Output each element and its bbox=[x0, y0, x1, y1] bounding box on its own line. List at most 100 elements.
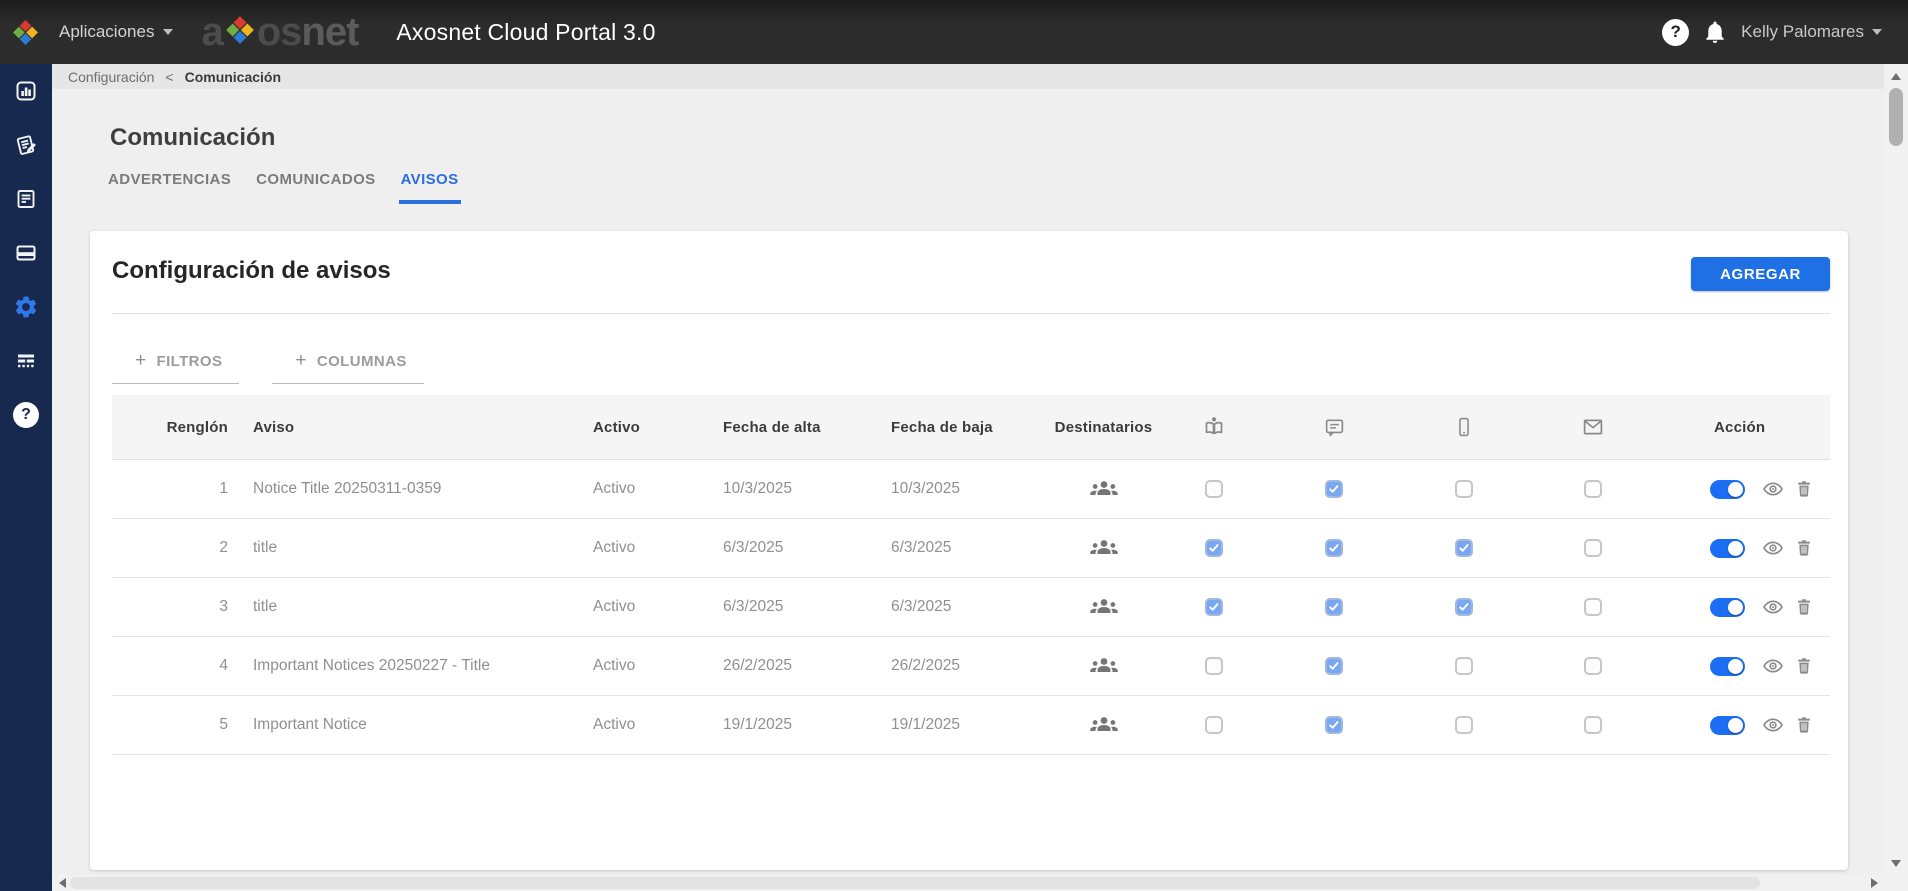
kiosk-checkbox[interactable] bbox=[1205, 657, 1223, 675]
aplicaciones-menu[interactable]: Aplicaciones bbox=[59, 22, 173, 42]
cell-aviso: title bbox=[240, 598, 580, 616]
sidebar-item-data-table[interactable] bbox=[0, 334, 52, 388]
sidebar-item-bar-chart[interactable] bbox=[0, 64, 52, 118]
delete-trash-icon[interactable] bbox=[1794, 715, 1814, 735]
mobile-checkbox[interactable] bbox=[1455, 657, 1473, 675]
cell-canal-email bbox=[1528, 480, 1657, 498]
mobile-checkbox[interactable] bbox=[1455, 598, 1473, 616]
breadcrumb-separator: < bbox=[165, 69, 173, 85]
view-eye-icon[interactable] bbox=[1762, 596, 1784, 618]
message-checkbox[interactable] bbox=[1325, 716, 1343, 734]
card-header: Configuración de avisos AGREGAR bbox=[90, 231, 1848, 291]
page-title: Comunicación bbox=[110, 124, 1884, 152]
cell-accion bbox=[1657, 714, 1830, 736]
kiosk-checkbox[interactable] bbox=[1205, 539, 1223, 557]
table-row: 2titleActivo6/3/20256/3/2025 bbox=[112, 519, 1830, 578]
cell-fecha-alta: 19/1/2025 bbox=[710, 716, 878, 734]
scroll-right-arrow[interactable] bbox=[1866, 875, 1882, 891]
toggle-knob bbox=[1728, 600, 1743, 615]
delete-trash-icon[interactable] bbox=[1794, 597, 1814, 617]
cell-canal-kiosk bbox=[1159, 480, 1269, 498]
message-checkbox[interactable] bbox=[1325, 657, 1343, 675]
cell-aviso: Notice Title 20250311-0359 bbox=[240, 480, 580, 498]
mobile-checkbox[interactable] bbox=[1455, 539, 1473, 557]
vertical-scrollbar-thumb[interactable] bbox=[1889, 88, 1903, 146]
active-toggle[interactable] bbox=[1710, 657, 1745, 676]
view-eye-icon[interactable] bbox=[1762, 537, 1784, 559]
tab-advertencias[interactable]: ADVERTENCIAS bbox=[106, 171, 233, 204]
help-icon[interactable]: ? bbox=[1662, 19, 1689, 46]
delete-trash-icon[interactable] bbox=[1794, 538, 1814, 558]
scroll-down-arrow[interactable] bbox=[1884, 853, 1908, 873]
tab-avisos[interactable]: AVISOS bbox=[399, 171, 461, 204]
cell-fecha-alta: 10/3/2025 bbox=[710, 480, 878, 498]
tab-comunicados[interactable]: COMUNICADOS bbox=[254, 171, 377, 204]
view-eye-icon[interactable] bbox=[1762, 478, 1784, 500]
active-toggle[interactable] bbox=[1710, 598, 1745, 617]
message-checkbox[interactable] bbox=[1325, 598, 1343, 616]
user-menu[interactable]: Kelly Palomares bbox=[1741, 22, 1882, 42]
cell-aviso: Important Notice bbox=[240, 716, 580, 734]
table-row: 1Notice Title 20250311-0359Activo10/3/20… bbox=[112, 460, 1830, 519]
cell-canal-message bbox=[1269, 539, 1399, 557]
view-eye-icon[interactable] bbox=[1762, 655, 1784, 677]
email-checkbox[interactable] bbox=[1584, 657, 1602, 675]
sidebar-item-help[interactable]: ? bbox=[0, 388, 52, 442]
column-header-fecha_alta: Fecha de alta bbox=[710, 395, 878, 459]
email-checkbox[interactable] bbox=[1584, 716, 1602, 734]
cell-canal-mobile bbox=[1399, 657, 1528, 675]
message-checkbox[interactable] bbox=[1325, 539, 1343, 557]
destinatarios-groups-icon[interactable] bbox=[1089, 653, 1119, 679]
scroll-left-arrow[interactable] bbox=[54, 875, 70, 891]
cell-renglon: 1 bbox=[112, 480, 240, 498]
cell-canal-kiosk bbox=[1159, 657, 1269, 675]
sidebar-item-notes[interactable] bbox=[0, 118, 52, 172]
mobile-checkbox[interactable] bbox=[1455, 716, 1473, 734]
kiosk-checkbox[interactable] bbox=[1205, 480, 1223, 498]
view-eye-icon[interactable] bbox=[1762, 714, 1784, 736]
cell-activo: Activo bbox=[580, 539, 710, 557]
active-toggle[interactable] bbox=[1710, 480, 1745, 499]
destinatarios-groups-icon[interactable] bbox=[1089, 476, 1119, 502]
kiosk-checkbox[interactable] bbox=[1205, 598, 1223, 616]
notes-icon bbox=[14, 133, 38, 157]
user-name: Kelly Palomares bbox=[1741, 22, 1864, 42]
scroll-up-arrow[interactable] bbox=[1884, 66, 1908, 86]
cell-canal-email bbox=[1528, 598, 1657, 616]
cell-canal-email bbox=[1528, 716, 1657, 734]
destinatarios-groups-icon[interactable] bbox=[1089, 535, 1119, 561]
mobile-checkbox[interactable] bbox=[1455, 480, 1473, 498]
card-title: Configuración de avisos bbox=[112, 257, 391, 285]
toggle-knob bbox=[1728, 718, 1743, 733]
toggle-knob bbox=[1728, 541, 1743, 556]
message-checkbox[interactable] bbox=[1325, 480, 1343, 498]
vertical-scrollbar[interactable] bbox=[1884, 64, 1908, 875]
email-checkbox[interactable] bbox=[1584, 598, 1602, 616]
horizontal-scrollbar[interactable] bbox=[52, 875, 1884, 891]
columnas-button[interactable]: + COLUMNAS bbox=[272, 350, 423, 384]
sidebar-item-credit-card[interactable] bbox=[0, 226, 52, 280]
filtros-button[interactable]: + FILTROS bbox=[112, 350, 239, 384]
sidebar-item-document[interactable] bbox=[0, 172, 52, 226]
kiosk-checkbox[interactable] bbox=[1205, 716, 1223, 734]
help-glyph: ? bbox=[1670, 22, 1680, 42]
destinatarios-groups-icon[interactable] bbox=[1089, 712, 1119, 738]
delete-trash-icon[interactable] bbox=[1794, 479, 1814, 499]
document-icon bbox=[14, 187, 38, 211]
cell-fecha-baja: 6/3/2025 bbox=[878, 539, 1048, 557]
sidebar-item-settings-gear[interactable] bbox=[0, 280, 52, 334]
delete-trash-icon[interactable] bbox=[1794, 656, 1814, 676]
cell-canal-mobile bbox=[1399, 598, 1528, 616]
email-checkbox[interactable] bbox=[1584, 480, 1602, 498]
column-header-aviso: Aviso bbox=[240, 395, 580, 459]
active-toggle[interactable] bbox=[1710, 716, 1745, 735]
horizontal-scrollbar-thumb[interactable] bbox=[70, 877, 1760, 889]
destinatarios-groups-icon[interactable] bbox=[1089, 594, 1119, 620]
envelope-icon bbox=[1528, 395, 1657, 459]
breadcrumb-parent[interactable]: Configuración bbox=[68, 69, 154, 85]
agregar-button[interactable]: AGREGAR bbox=[1691, 257, 1830, 291]
notifications-bell-icon[interactable] bbox=[1702, 19, 1728, 45]
cell-renglon: 2 bbox=[112, 539, 240, 557]
active-toggle[interactable] bbox=[1710, 539, 1745, 558]
email-checkbox[interactable] bbox=[1584, 539, 1602, 557]
